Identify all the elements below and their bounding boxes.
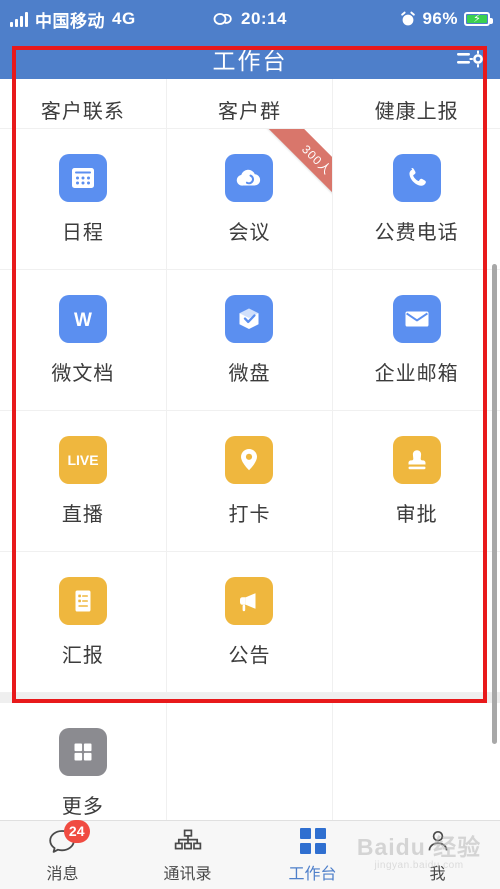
vertical-scrollbar[interactable] bbox=[492, 264, 497, 744]
report-doc-icon bbox=[58, 576, 107, 625]
battery-percent-label: 96% bbox=[422, 9, 458, 28]
location-pin-icon bbox=[225, 435, 274, 484]
app-cell-approval[interactable]: 审批 bbox=[333, 411, 500, 552]
more-grid-icon bbox=[58, 727, 107, 776]
app-cell-drive[interactable]: 微盘 bbox=[166, 270, 334, 411]
calendar-icon bbox=[58, 153, 107, 202]
app-cell-report[interactable]: 汇报 bbox=[0, 552, 167, 693]
app-cell-doc[interactable]: W 微文档 bbox=[0, 270, 167, 411]
app-label: 更多 bbox=[61, 795, 104, 818]
svg-text:LIVE: LIVE bbox=[67, 452, 98, 468]
cloud-meeting-icon bbox=[225, 153, 274, 202]
app-label: 公费电话 bbox=[374, 221, 459, 244]
tab-contacts[interactable]: 通讯录 bbox=[125, 821, 250, 889]
page-title: 工作台 bbox=[212, 47, 288, 74]
app-label: 健康上报 bbox=[374, 101, 459, 123]
app-cell-announcement[interactable]: 公告 bbox=[166, 552, 334, 693]
tab-messages[interactable]: 24 消息 bbox=[0, 819, 125, 889]
tab-label: 工作台 bbox=[288, 865, 337, 883]
more-card: 更多 bbox=[0, 703, 500, 820]
svg-text:W: W bbox=[74, 310, 92, 331]
app-label: 公告 bbox=[228, 644, 271, 667]
more-grid: 更多 bbox=[0, 703, 500, 820]
document-w-icon: W bbox=[58, 294, 107, 343]
app-cell-clipped[interactable]: 客户群 bbox=[166, 79, 334, 129]
phone-icon bbox=[392, 153, 441, 202]
tab-label: 我 bbox=[429, 865, 446, 883]
app-cell-empty bbox=[167, 703, 334, 820]
app-grid-card: 客户联系 客户群 健康上报 日程 300人 会议 公费电话 W 微文档 微盘 企… bbox=[0, 79, 500, 693]
app-label: 客户联系 bbox=[40, 101, 125, 123]
app-cell-checkin[interactable]: 打卡 bbox=[166, 411, 334, 552]
status-bar: 中国移动 4G 20:14 96% ⚡ bbox=[0, 0, 500, 38]
workbench-grid-icon bbox=[298, 827, 328, 855]
app-label: 微文档 bbox=[51, 362, 115, 385]
app-cell-more[interactable]: 更多 bbox=[0, 703, 167, 820]
tab-label: 消息 bbox=[46, 865, 79, 883]
app-label: 企业邮箱 bbox=[374, 362, 459, 385]
app-cell-live[interactable]: LIVE 直播 bbox=[0, 411, 167, 552]
live-icon: LIVE bbox=[58, 435, 107, 484]
app-root: 中国移动 4G 20:14 96% ⚡ 工作台 客户联系 客户群 健康上报 日程… bbox=[0, 0, 500, 889]
battery-charging-icon: ⚡ bbox=[464, 12, 493, 26]
app-label: 会议 bbox=[228, 221, 271, 244]
section-divider bbox=[0, 693, 500, 703]
badge-count: 24 bbox=[63, 819, 90, 843]
app-cell-empty bbox=[333, 552, 500, 693]
alarm-clock-icon bbox=[401, 11, 416, 26]
bottom-tab-bar: 24 消息 通讯录 工作台 我 bbox=[0, 819, 500, 889]
app-cell-meeting[interactable]: 300人 会议 bbox=[166, 129, 334, 270]
org-chart-icon bbox=[173, 827, 203, 855]
approval-stamp-icon bbox=[392, 435, 441, 484]
carrier-label: 中国移动 bbox=[35, 11, 105, 31]
workbench-scroll-area[interactable]: 客户联系 客户群 健康上报 日程 300人 会议 公费电话 W 微文档 微盘 企… bbox=[0, 79, 500, 820]
app-label: 直播 bbox=[61, 503, 104, 526]
manage-settings-icon[interactable] bbox=[454, 46, 488, 72]
megaphone-icon bbox=[225, 576, 274, 625]
clipped-top-row: 客户联系 客户群 健康上报 bbox=[0, 79, 500, 129]
app-cell-mail[interactable]: 企业邮箱 bbox=[333, 270, 500, 411]
app-label: 打卡 bbox=[228, 503, 271, 526]
app-label: 日程 bbox=[61, 221, 104, 244]
chat-bubble-icon: 24 bbox=[48, 819, 90, 855]
network-type-label: 4G bbox=[112, 9, 136, 28]
app-cell-calendar[interactable]: 日程 bbox=[0, 129, 167, 270]
tab-workbench[interactable]: 工作台 bbox=[250, 821, 375, 889]
app-label: 微盘 bbox=[228, 362, 271, 385]
app-label: 审批 bbox=[395, 503, 438, 526]
tab-label: 通讯录 bbox=[163, 865, 212, 883]
app-label: 客户群 bbox=[217, 101, 281, 123]
cloud-drive-box-icon bbox=[225, 294, 274, 343]
page-header: 工作台 bbox=[0, 38, 500, 79]
profile-people-icon bbox=[423, 827, 453, 855]
signal-bars-icon bbox=[10, 11, 28, 27]
tab-profile[interactable]: 我 bbox=[375, 821, 500, 889]
link-loop-icon bbox=[213, 13, 232, 25]
app-cell-phone[interactable]: 公费电话 bbox=[333, 129, 500, 270]
clock-label: 20:14 bbox=[241, 9, 287, 28]
mail-envelope-icon bbox=[392, 294, 441, 343]
app-label: 汇报 bbox=[61, 644, 104, 667]
app-grid: 日程 300人 会议 公费电话 W 微文档 微盘 企业邮箱 LIVE 直播 打卡… bbox=[0, 129, 500, 693]
app-cell-clipped[interactable]: 客户联系 bbox=[0, 79, 167, 129]
app-cell-clipped[interactable]: 健康上报 bbox=[333, 79, 500, 129]
app-cell-empty bbox=[333, 703, 500, 820]
